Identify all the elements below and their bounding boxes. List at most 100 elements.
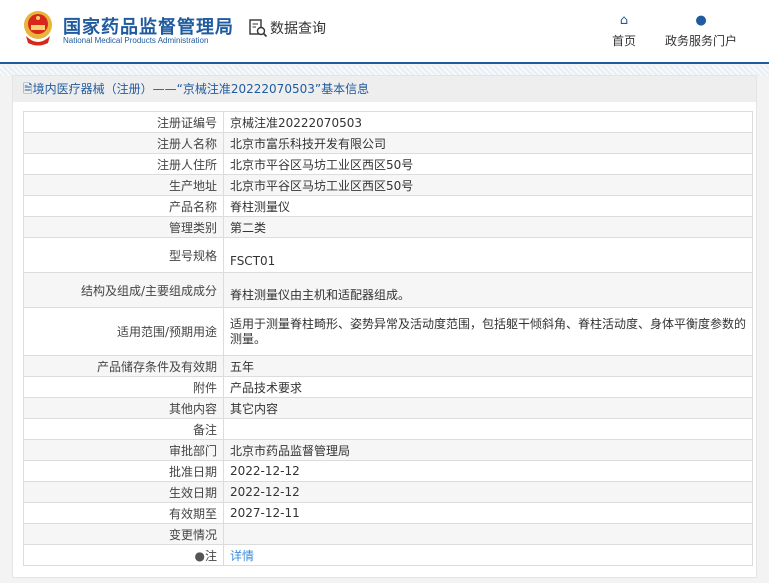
nav-service-portal-label: 政务服务门户 — [665, 34, 738, 48]
field-label: ●注 — [23, 544, 224, 566]
field-label: 生产地址 — [23, 174, 224, 196]
field-label: 注册人名称 — [23, 132, 224, 154]
user-icon: ● — [695, 13, 707, 28]
field-label-text: 管理类别 — [168, 220, 217, 235]
pin-icon: ● — [194, 548, 205, 563]
details-link[interactable]: 详情 — [230, 549, 254, 563]
nav-home-label: 首页 — [612, 34, 637, 48]
field-label-text: 产品储存条件及有效期 — [96, 359, 217, 374]
table-row: ●注 详情 — [23, 544, 753, 566]
panel-title: 🗎境内医疗器械（注册）——“京械注准20222070503”基本信息 — [13, 76, 756, 102]
panel-title-text: 境内医疗器械（注册）——“京械注准20222070503”基本信息 — [32, 82, 370, 96]
field-value: 2022-12-12 — [223, 481, 753, 503]
field-value-text: 北京市富乐科技开发有限公司 — [230, 136, 387, 151]
table-row: 审批部门 北京市药品监督管理局 — [23, 439, 753, 461]
field-value: 脊柱测量仪 — [223, 195, 753, 217]
document-search-icon — [249, 19, 268, 38]
field-value: 其它内容 — [223, 397, 753, 419]
field-value-text: 产品技术要求 — [230, 380, 303, 395]
field-label: 审批部门 — [23, 439, 224, 461]
field-value-text: 其它内容 — [230, 401, 279, 416]
field-value-text: 2027-12-11 — [230, 506, 300, 520]
field-value-text: 第二类 — [230, 220, 267, 235]
field-label-text: 其他内容 — [168, 401, 217, 416]
field-value — [223, 523, 753, 545]
field-label-text: 批准日期 — [168, 464, 217, 479]
home-icon: ⌂ — [619, 13, 629, 28]
field-value: 北京市富乐科技开发有限公司 — [223, 132, 753, 154]
table-row: 生效日期 2022-12-12 — [23, 481, 753, 503]
table-row: 其他内容 其它内容 — [23, 397, 753, 419]
field-value-text: 五年 — [230, 359, 255, 374]
field-label-text: 型号规格 — [168, 248, 217, 263]
field-value: 京械注准20222070503 — [223, 111, 753, 133]
detail-panel: 🗎境内医疗器械（注册）——“京械注准20222070503”基本信息 注册证编号… — [12, 75, 757, 578]
detail-table: 注册证编号 京械注准20222070503 注册人名称 北京市富乐科技开发有限公司 注册… — [23, 111, 753, 566]
data-query-link[interactable]: 数据查询 — [248, 18, 326, 38]
field-label: 结构及组成/主要组成成分 — [23, 272, 224, 308]
field-value-text: 北京市平谷区马坊工业区西区50号 — [230, 178, 414, 193]
field-label: 批准日期 — [23, 460, 224, 482]
field-value: 2027-12-11 — [223, 502, 753, 524]
field-value-text: 2022-12-12 — [230, 464, 300, 478]
field-value: 北京市平谷区马坊工业区西区50号 — [223, 174, 753, 196]
field-label: 产品名称 — [23, 195, 224, 217]
field-label: 其他内容 — [23, 397, 224, 419]
national-emblem-icon — [24, 11, 52, 46]
field-value: 详情 — [223, 544, 753, 566]
field-label: 管理类别 — [23, 216, 224, 238]
field-label: 注册证编号 — [23, 111, 224, 133]
field-label-text: 有效期至 — [168, 506, 217, 521]
field-value-text: 北京市平谷区马坊工业区西区50号 — [230, 157, 414, 172]
field-value: 脊柱测量仪由主机和适配器组成。 — [223, 272, 753, 308]
field-value-text: 北京市药品监督管理局 — [230, 443, 351, 458]
field-value: 适用于测量脊柱畸形、姿势异常及活动度范围，包括躯干倾斜角、脊柱活动度、身体平衡度… — [223, 307, 753, 356]
field-label-text: 结构及组成/主要组成成分 — [80, 283, 217, 298]
table-row: 适用范围/预期用途 适用于测量脊柱畸形、姿势异常及活动度范围，包括躯干倾斜角、脊柱… — [23, 307, 753, 356]
table-row: 注册人住所 北京市平谷区马坊工业区西区50号 — [23, 153, 753, 175]
table-row: 有效期至 2027-12-11 — [23, 502, 753, 524]
site-logo-subtitle: National Medical Products Administration — [63, 36, 209, 45]
table-row: 注册证编号 京械注准20222070503 — [23, 111, 753, 133]
table-row: 管理类别 第二类 — [23, 216, 753, 238]
field-value — [223, 418, 753, 440]
field-value-text: 脊柱测量仪由主机和适配器组成。 — [230, 288, 411, 302]
field-label-text: 审批部门 — [168, 443, 217, 458]
nav-service-portal[interactable]: ● 政务服务门户 — [665, 14, 737, 49]
field-label: 附件 — [23, 376, 224, 398]
field-label: 产品储存条件及有效期 — [23, 355, 224, 377]
field-label-text: 生效日期 — [168, 485, 217, 500]
field-label: 生效日期 — [23, 481, 224, 503]
field-value: 2022-12-12 — [223, 460, 753, 482]
field-value-text: 脊柱测量仪 — [230, 199, 291, 214]
document-icon: 🗎 — [23, 82, 33, 96]
field-label-text: 注册证编号 — [156, 115, 217, 130]
field-label: 变更情况 — [23, 523, 224, 545]
field-value-text: 京械注准20222070503 — [230, 115, 362, 130]
field-label: 备注 — [23, 418, 224, 440]
field-value: FSCT01 — [223, 237, 753, 273]
field-label: 有效期至 — [23, 502, 224, 524]
table-row: 批准日期 2022-12-12 — [23, 460, 753, 482]
field-label-text: 注册人名称 — [156, 136, 217, 151]
table-row: 产品名称 脊柱测量仪 — [23, 195, 753, 217]
nav-home[interactable]: ⌂ 首页 — [612, 14, 636, 49]
field-label-text: 备注 — [192, 422, 217, 437]
table-row: 产品储存条件及有效期 五年 — [23, 355, 753, 377]
field-label-text: 注 — [204, 548, 217, 563]
table-row: 型号规格 FSCT01 — [23, 237, 753, 273]
table-row: 结构及组成/主要组成成分 脊柱测量仪由主机和适配器组成。 — [23, 272, 753, 308]
field-value: 第二类 — [223, 216, 753, 238]
table-row: 备注 — [23, 418, 753, 440]
field-value-text: FSCT01 — [230, 254, 276, 268]
field-label: 适用范围/预期用途 — [23, 307, 224, 356]
table-row: 生产地址 北京市平谷区马坊工业区西区50号 — [23, 174, 753, 196]
field-value-text: 适用于测量脊柱畸形、姿势异常及活动度范围，包括躯干倾斜角、脊柱活动度、身体平衡度… — [230, 316, 747, 346]
field-value-text: 2022-12-12 — [230, 485, 300, 499]
field-value: 产品技术要求 — [223, 376, 753, 398]
site-header: 国家药品监督管理局 National Medical Products Admi… — [0, 0, 769, 64]
field-label-text: 生产地址 — [168, 178, 217, 193]
table-row: 附件 产品技术要求 — [23, 376, 753, 398]
table-row: 变更情况 — [23, 523, 753, 545]
field-label-text: 附件 — [192, 380, 217, 395]
